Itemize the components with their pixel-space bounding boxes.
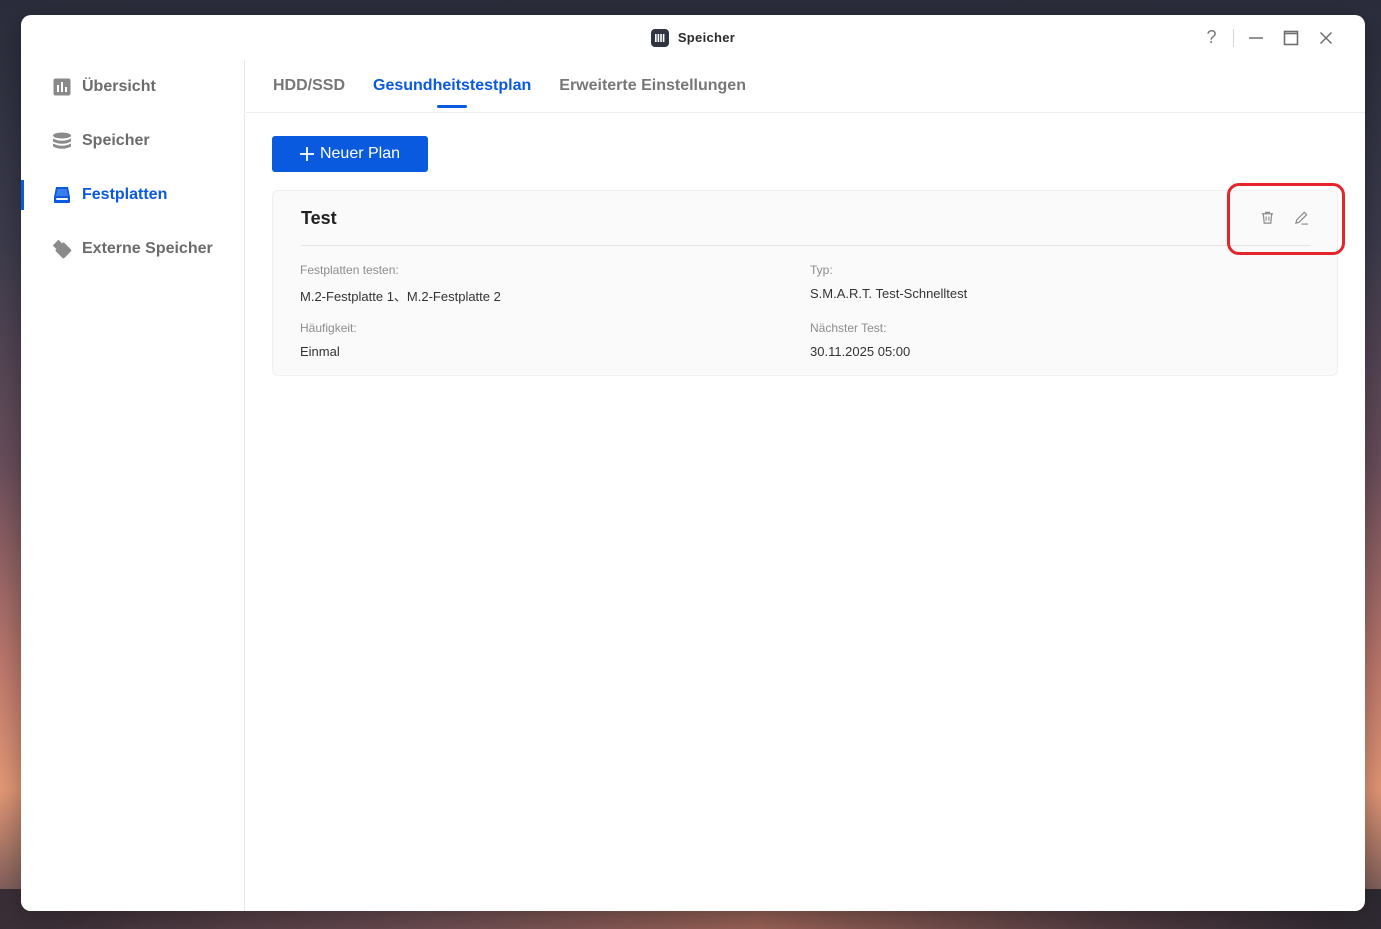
maximize-icon — [1283, 30, 1298, 45]
tab-health-test-plan[interactable]: Gesundheitstestplan — [373, 77, 531, 112]
field-next-test: Nächster Test: 30.11.2025 05:00 — [810, 321, 910, 359]
plan-title: Test — [301, 208, 337, 228]
tab-hdd-ssd[interactable]: HDD/SSD — [273, 77, 345, 112]
sidebar-item-label: Festplatten — [82, 186, 168, 203]
plus-icon — [299, 147, 314, 161]
minimize-button[interactable] — [1238, 23, 1273, 53]
window-controls: ? — [1194, 15, 1343, 60]
usb-icon — [52, 239, 72, 259]
title-wrap: Speicher — [650, 28, 736, 47]
frequency-label: Häufigkeit: — [300, 321, 357, 335]
disks-value: M.2-Festplatte 1、M.2-Festplatte 2 — [300, 289, 501, 304]
main-content: HDD/SSD Gesundheitstestplan Erweiterte E… — [246, 60, 1365, 911]
maximize-button[interactable] — [1273, 23, 1308, 53]
plan-actions — [1257, 207, 1311, 227]
plan-card: Test Festplatten testen: M.2-Festplatte … — [272, 190, 1338, 376]
trash-icon — [1261, 211, 1273, 224]
tab-advanced-settings[interactable]: Erweiterte Einstellungen — [559, 77, 746, 112]
pencil-icon — [1294, 210, 1308, 225]
database-icon — [52, 131, 72, 151]
card-divider — [301, 245, 1311, 246]
storage-app-icon — [650, 28, 669, 47]
window-title: Speicher — [677, 30, 736, 45]
new-plan-button[interactable]: Neuer Plan — [272, 136, 428, 172]
sidebar-item-storage[interactable]: Speicher — [21, 114, 244, 168]
help-button[interactable]: ? — [1194, 23, 1229, 53]
controls-separator — [1233, 28, 1234, 47]
new-plan-label: Neuer Plan — [319, 145, 401, 162]
disks-label: Festplatten testen: — [300, 263, 399, 277]
close-icon — [1319, 31, 1332, 44]
drive-icon — [52, 185, 72, 205]
desktop-background — [0, 0, 22, 929]
edit-button[interactable] — [1291, 207, 1311, 227]
help-icon: ? — [1206, 27, 1217, 47]
sidebar-item-disks[interactable]: Festplatten — [21, 168, 244, 222]
sidebar-item-label: Speicher — [82, 132, 150, 149]
sidebar: Übersicht Speicher Festplatten Externe S… — [21, 60, 245, 911]
type-value: S.M.A.R.T. Test-Schnelltest — [810, 286, 968, 301]
sidebar-item-overview[interactable]: Übersicht — [21, 60, 244, 114]
sidebar-item-label: Externe Speicher — [82, 240, 213, 257]
sidebar-item-label: Übersicht — [82, 78, 156, 95]
field-disks: Festplatten testen: M.2-Festplatte 1、M.2… — [300, 263, 501, 305]
close-button[interactable] — [1308, 23, 1343, 53]
field-frequency: Häufigkeit: Einmal — [300, 321, 357, 359]
sidebar-item-external-storage[interactable]: Externe Speicher — [21, 222, 244, 276]
minimize-icon — [1248, 36, 1263, 39]
delete-button[interactable] — [1257, 207, 1277, 227]
storage-window: Speicher ? Übersicht Speicher Festplatte… — [21, 15, 1365, 911]
chart-icon — [52, 77, 72, 97]
type-label: Typ: — [810, 263, 833, 277]
next-test-label: Nächster Test: — [810, 321, 887, 335]
field-type: Typ: S.M.A.R.T. Test-Schnelltest — [810, 263, 967, 301]
next-test-value: 30.11.2025 05:00 — [810, 344, 911, 359]
frequency-value: Einmal — [300, 344, 340, 359]
title-bar[interactable]: Speicher ? — [21, 15, 1365, 60]
tab-bar: HDD/SSD Gesundheitstestplan Erweiterte E… — [246, 60, 1365, 113]
